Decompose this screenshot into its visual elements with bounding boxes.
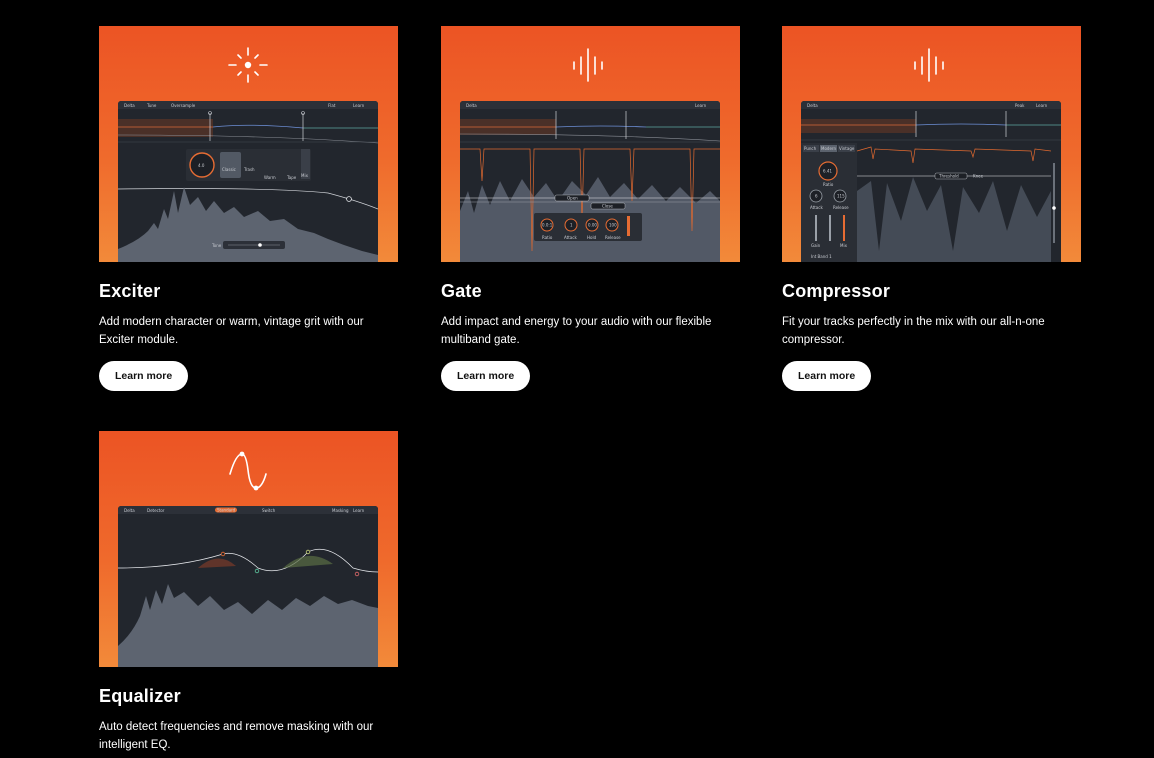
svg-text:Delta: Delta — [807, 103, 818, 108]
svg-text:Tune: Tune — [146, 103, 157, 108]
svg-text:Knee: Knee — [973, 174, 984, 179]
card-equalizer: Delta Detector Standard Switch Masking L… — [99, 431, 398, 751]
compressor-hero: Delta Peak Learn Punch Modern Vintage 6.… — [782, 26, 1081, 262]
svg-text:Modern: Modern — [821, 146, 836, 151]
waveform-bars-icon — [573, 48, 603, 82]
svg-text:Oversample: Oversample — [171, 103, 196, 108]
exciter-plugin-screenshot: Delta Tune Oversample Flat Learn 4.0 Cla… — [118, 101, 378, 262]
learn-more-button[interactable]: Learn more — [441, 361, 531, 391]
exciter-hero: Delta Tune Oversample Flat Learn 4.0 Cla… — [99, 26, 398, 262]
svg-text:Masking: Masking — [332, 508, 349, 513]
svg-text:Close: Close — [602, 204, 613, 209]
svg-text:Learn: Learn — [353, 103, 365, 108]
waveform-bars-icon — [914, 48, 944, 82]
card-title: Equalizer — [99, 686, 181, 706]
svg-text:Learn: Learn — [1036, 103, 1048, 108]
svg-text:Detector: Detector — [147, 508, 165, 513]
svg-text:Switch: Switch — [262, 508, 276, 513]
svg-text:Classic: Classic — [222, 167, 236, 172]
svg-text:Delta: Delta — [124, 508, 135, 513]
svg-text:Open: Open — [567, 196, 578, 201]
mock-brand: Delta — [124, 103, 135, 108]
card-description: Auto detect frequencies and remove maski… — [99, 721, 374, 751]
svg-text:Gain: Gain — [811, 243, 821, 248]
svg-text:Warm: Warm — [264, 175, 276, 180]
svg-text:Int Band 1: Int Band 1 — [811, 254, 832, 259]
svg-text:Trash: Trash — [243, 167, 255, 172]
svg-text:Ratio: Ratio — [542, 235, 553, 240]
svg-text:Mix: Mix — [301, 173, 309, 178]
card-description: Fit your tracks perfectly in the mix wit… — [782, 316, 1045, 346]
svg-text:6.41: 6.41 — [823, 169, 832, 174]
svg-text:Release: Release — [833, 205, 849, 210]
card-gate: Delta Learn Open Close 0.0:1 1 0.00 100 … — [441, 26, 740, 391]
svg-text:0.0:1: 0.0:1 — [542, 223, 553, 228]
svg-text:100: 100 — [609, 223, 617, 228]
svg-text:Learn: Learn — [695, 103, 707, 108]
svg-text:Punch: Punch — [804, 146, 817, 151]
svg-text:Release: Release — [605, 235, 621, 240]
equalizer-hero: Delta Detector Standard Switch Masking L… — [99, 431, 398, 667]
svg-text:Standard: Standard — [217, 508, 236, 513]
svg-text:Ratio: Ratio — [823, 182, 834, 187]
card-description: Add modern character or warm, vintage gr… — [99, 316, 364, 346]
svg-text:Delta: Delta — [466, 103, 477, 108]
gate-plugin-screenshot: Delta Learn Open Close 0.0:1 1 0.00 100 … — [460, 101, 720, 262]
equalizer-plugin-screenshot: Delta Detector Standard Switch Masking L… — [118, 506, 378, 667]
svg-text:Hold: Hold — [587, 235, 597, 240]
svg-text:Flat: Flat — [328, 103, 336, 108]
svg-text:Tape: Tape — [286, 175, 297, 180]
card-exciter: Delta Tune Oversample Flat Learn 4.0 Cla… — [99, 26, 398, 391]
learn-more-button[interactable]: Learn more — [782, 361, 872, 391]
svg-text:Vintage: Vintage — [839, 146, 855, 151]
eq-curve-icon — [229, 451, 267, 491]
card-title: Gate — [441, 281, 482, 301]
gate-hero: Delta Learn Open Close 0.0:1 1 0.00 100 … — [441, 26, 740, 262]
card-description: Add impact and energy to your audio with… — [441, 316, 712, 346]
svg-text:Peak: Peak — [1015, 103, 1025, 108]
svg-text:Mix: Mix — [840, 243, 848, 248]
svg-text:0.00: 0.00 — [588, 223, 597, 228]
card-compressor: Delta Peak Learn Punch Modern Vintage 6.… — [782, 26, 1081, 391]
svg-text:4.0: 4.0 — [198, 163, 205, 168]
svg-text:115: 115 — [837, 194, 845, 199]
compressor-plugin-screenshot: Delta Peak Learn Punch Modern Vintage 6.… — [801, 101, 1061, 262]
svg-text:Attack: Attack — [810, 205, 823, 210]
svg-text:Learn: Learn — [353, 508, 365, 513]
sparkle-icon — [228, 47, 268, 83]
card-title: Exciter — [99, 281, 161, 301]
card-title: Compressor — [782, 281, 891, 301]
svg-text:Tone: Tone — [211, 243, 222, 248]
learn-more-button[interactable]: Learn more — [99, 361, 189, 391]
svg-text:Attack: Attack — [564, 235, 577, 240]
svg-text:Threshold: Threshold — [938, 174, 959, 179]
